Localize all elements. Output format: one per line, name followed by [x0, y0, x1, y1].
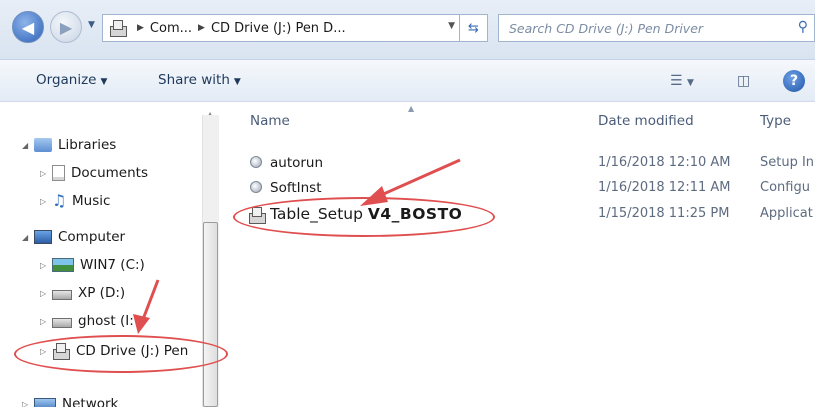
- annotation-arrows: [133, 158, 461, 334]
- arrow-to-file: [360, 158, 461, 206]
- arrow-to-cd-drive: [133, 279, 160, 334]
